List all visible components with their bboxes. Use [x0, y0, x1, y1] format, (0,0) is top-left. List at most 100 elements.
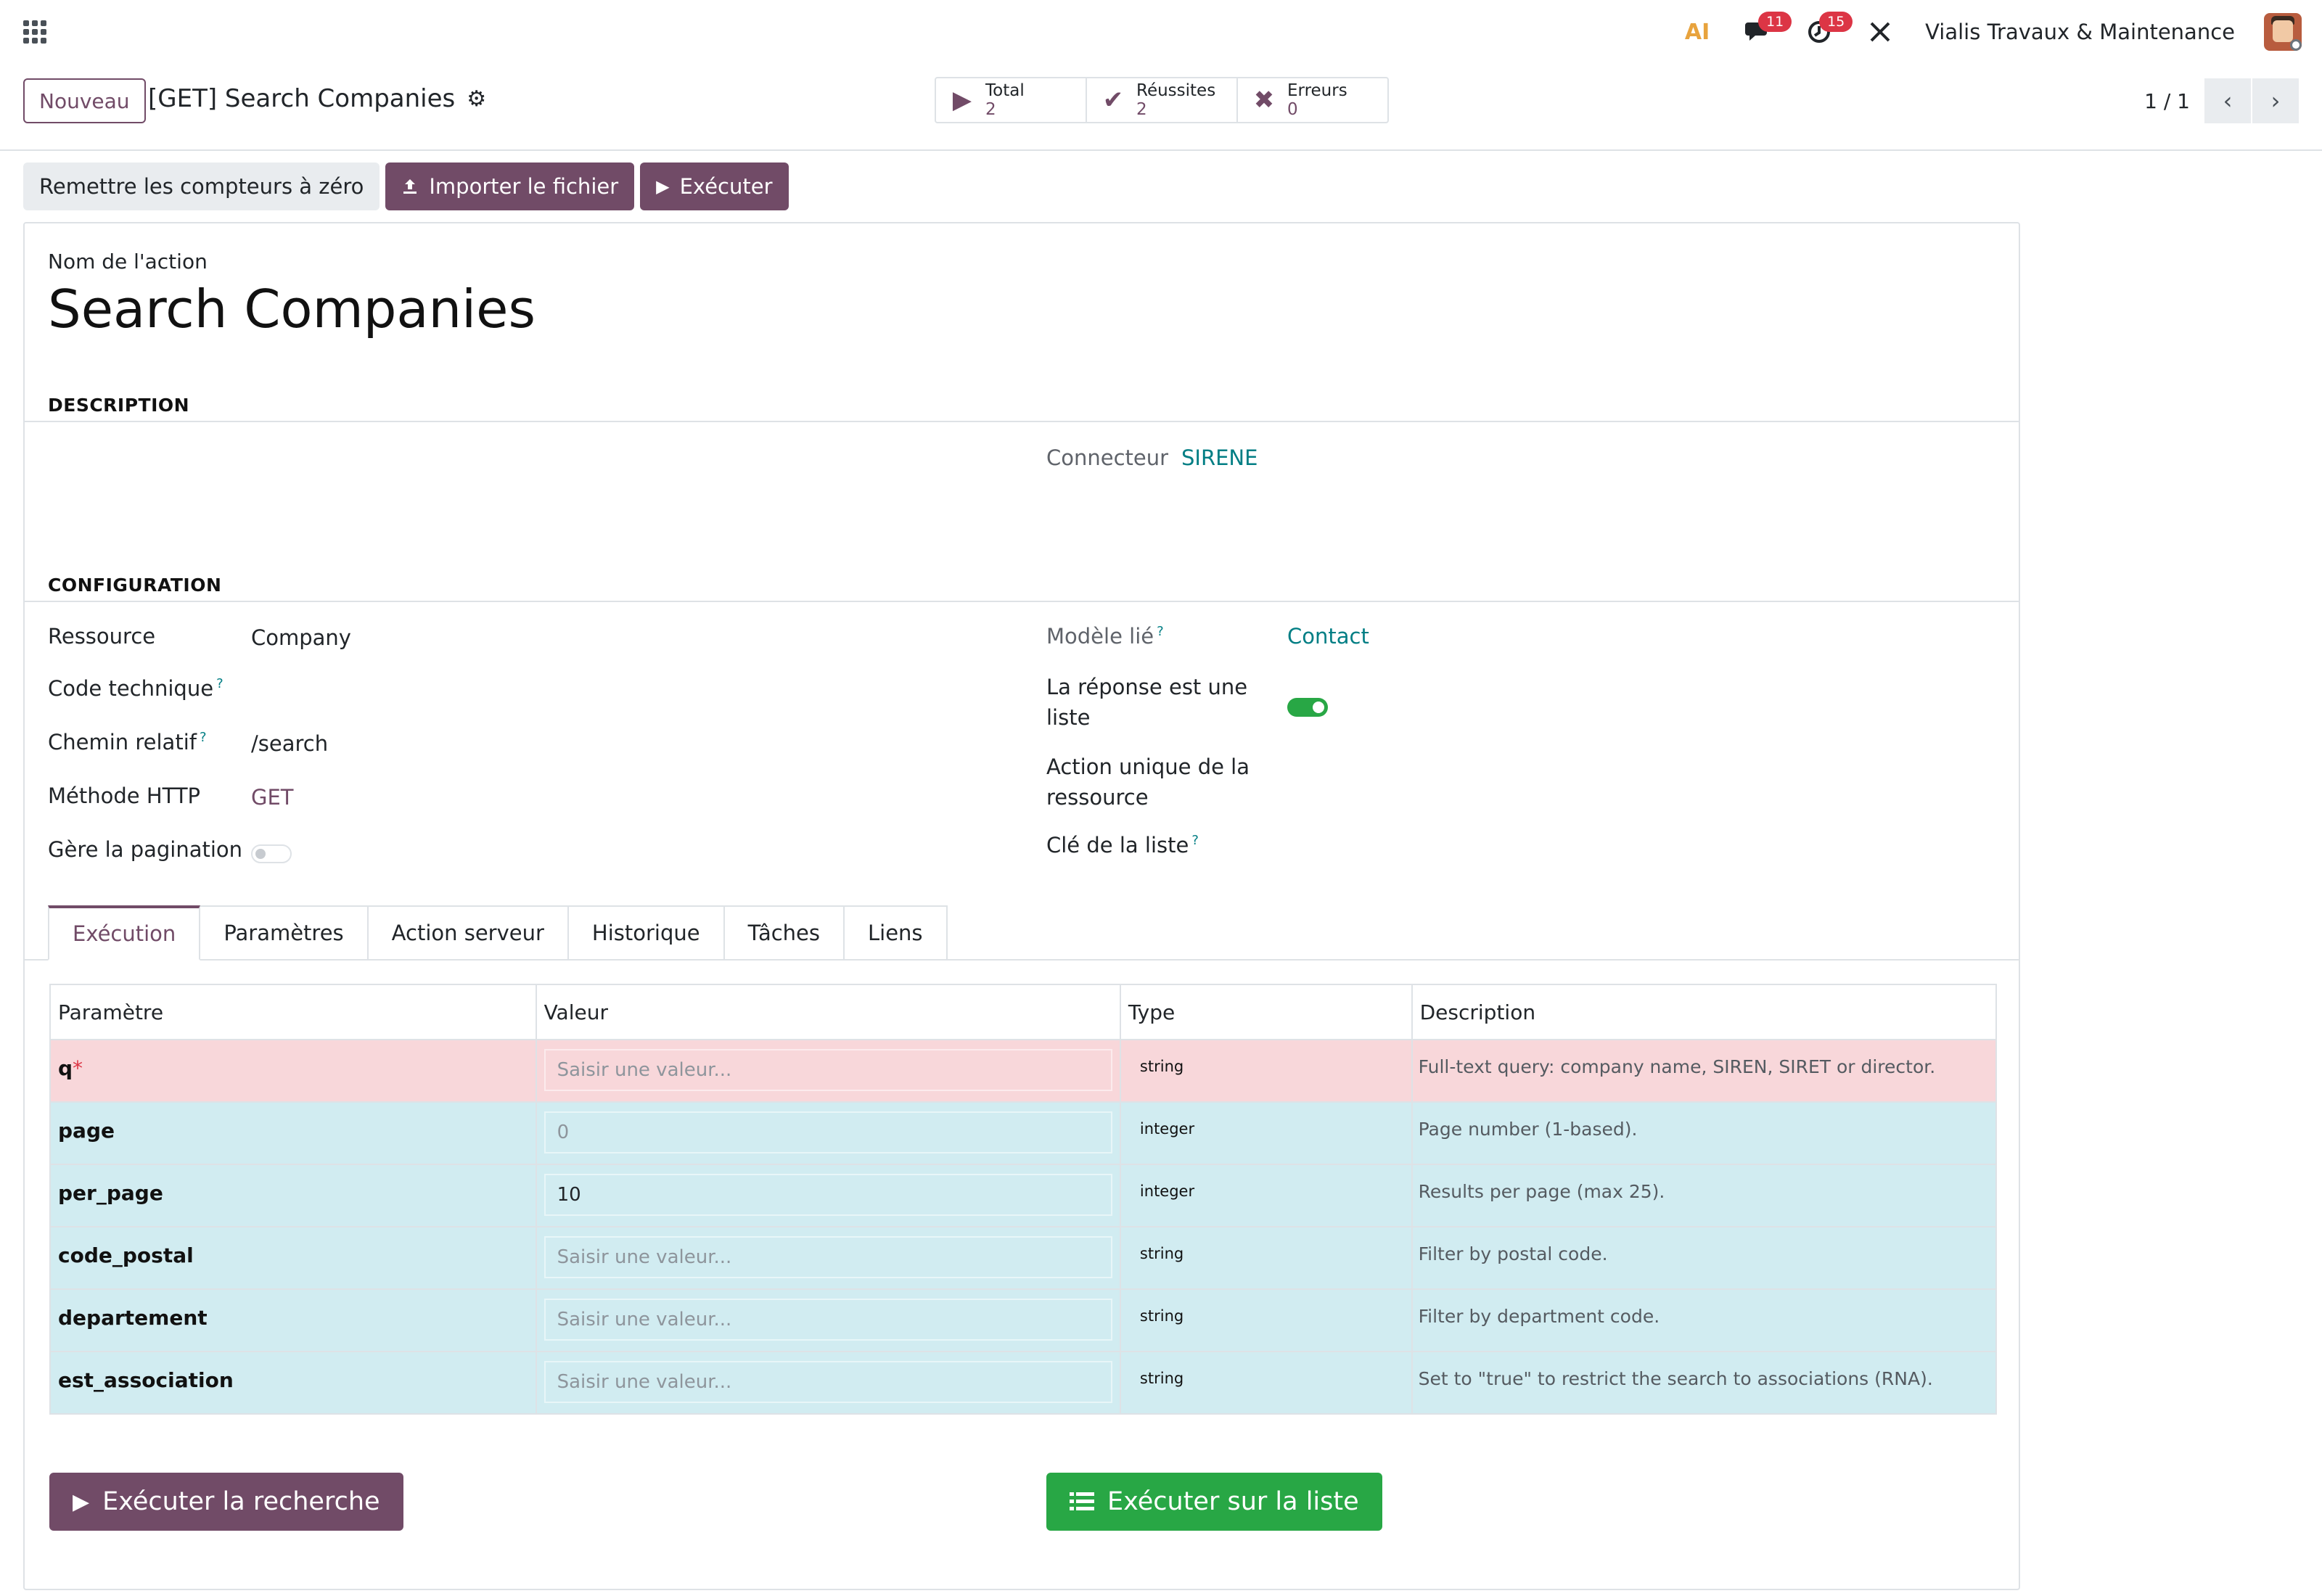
param-description: Full-text query: company name, SIREN, SI…	[1418, 1056, 1936, 1077]
play-icon: ▶	[656, 176, 670, 197]
section-divider	[25, 601, 2019, 602]
technical-code-label: Code technique?	[48, 676, 223, 701]
action-name-field[interactable]: Search Companies	[48, 279, 536, 340]
pager-next-button[interactable]: ›	[2252, 78, 2299, 123]
column-header-value: Valeur	[535, 984, 1121, 1040]
configuration-section-title: CONFIGURATION	[48, 575, 222, 596]
run-search-button[interactable]: ▶ Exécuter la recherche	[49, 1473, 403, 1531]
stat-errors-button[interactable]: ✖ Erreurs 0	[1238, 78, 1387, 122]
param-description: Page number (1-based).	[1418, 1119, 1638, 1140]
http-method-field[interactable]: GET	[251, 785, 294, 810]
activities-icon[interactable]: 15	[1803, 12, 1853, 48]
cross-icon: ✖	[1253, 86, 1275, 115]
user-avatar[interactable]	[2264, 13, 2302, 51]
linked-model-label: Modèle lié?	[1046, 624, 1164, 649]
tab-tasks[interactable]: Tâches	[724, 905, 845, 961]
gear-icon[interactable]: ⚙	[467, 86, 486, 112]
stat-label: Réussites	[1136, 81, 1216, 100]
param-value-input[interactable]: Saisir une valeur...	[543, 1236, 1112, 1278]
execute-label: Exécuter	[679, 174, 773, 199]
ai-icon[interactable]: AI	[1681, 16, 1713, 48]
stat-success-button[interactable]: ✔ Réussites 2	[1087, 78, 1238, 122]
param-name: est_association	[58, 1368, 234, 1392]
column-header-type: Type	[1119, 984, 1413, 1040]
is-list-toggle[interactable]	[1287, 698, 1328, 717]
param-name: q*	[58, 1056, 83, 1080]
linked-model-field[interactable]: Contact	[1287, 624, 1369, 649]
help-icon[interactable]: ?	[216, 676, 223, 691]
list-key-label: Clé de la liste?	[1046, 833, 1199, 857]
pager-previous-button[interactable]: ‹	[2204, 78, 2251, 123]
reset-counters-label: Remettre les compteurs à zéro	[39, 174, 364, 199]
stat-label: Erreurs	[1287, 81, 1347, 100]
param-description: Filter by postal code.	[1418, 1243, 1608, 1264]
run-on-list-button[interactable]: Exécuter sur la liste	[1046, 1473, 1382, 1531]
tab-execution[interactable]: Exécution	[48, 905, 201, 961]
tab-history[interactable]: Historique	[568, 905, 725, 961]
breadcrumb-current: [GET] Search Companies	[148, 84, 456, 113]
statusbar-buttons: Remettre les compteurs à zéro Importer l…	[23, 163, 789, 210]
param-value-input[interactable]: Saisir une valeur...	[543, 1049, 1112, 1091]
technical-code-field[interactable]	[251, 673, 904, 705]
table-row: departement Saisir une valeur... string …	[49, 1288, 1998, 1352]
messages-icon[interactable]: 11	[1742, 12, 1792, 48]
run-on-list-label: Exécuter sur la liste	[1107, 1487, 1359, 1516]
reset-counters-button[interactable]: Remettre les compteurs à zéro	[23, 163, 380, 210]
param-value-input[interactable]: Saisir une valeur...	[543, 1299, 1112, 1341]
new-button[interactable]: Nouveau	[23, 78, 146, 123]
pagination-toggle[interactable]	[251, 844, 292, 863]
ai-icon-label: AI	[1684, 19, 1710, 45]
http-method-label: Méthode HTTP	[48, 783, 201, 808]
table-header-row: Paramètre Valeur Type Description	[49, 984, 1998, 1040]
param-type: string	[1139, 1058, 1184, 1075]
table-row: code_postal Saisir une valeur... string …	[49, 1226, 1998, 1290]
param-name: departement	[58, 1306, 208, 1330]
help-icon[interactable]: ?	[200, 730, 207, 745]
tools-icon[interactable]	[1864, 16, 1896, 48]
import-file-button[interactable]: Importer le fichier	[385, 163, 635, 210]
execute-button[interactable]: ▶ Exécuter	[640, 163, 789, 210]
help-icon[interactable]: ?	[1191, 833, 1199, 848]
param-type: string	[1139, 1370, 1184, 1387]
check-icon: ✔	[1102, 86, 1124, 115]
run-search-label: Exécuter la recherche	[102, 1487, 380, 1516]
stat-value: 0	[1287, 100, 1298, 119]
param-name: page	[58, 1119, 115, 1143]
play-icon: ▶	[73, 1489, 90, 1515]
tab-server-action[interactable]: Action serveur	[368, 905, 569, 961]
notebook-tabs: Exécution Paramètres Action serveur Hist…	[48, 905, 948, 961]
stat-value: 2	[1136, 100, 1147, 119]
control-panel: Nouveau [GET] Search Companies ⚙ ▶ Total…	[0, 64, 2322, 151]
resource-field[interactable]: Company	[251, 625, 351, 650]
param-description: Results per page (max 25).	[1418, 1181, 1665, 1202]
unique-action-field[interactable]	[1287, 752, 1940, 783]
section-divider	[25, 421, 2019, 422]
apps-menu-icon[interactable]	[23, 20, 46, 44]
resource-label: Ressource	[48, 624, 156, 649]
stat-total-button[interactable]: ▶ Total 2	[936, 78, 1087, 122]
param-value-input[interactable]: 0	[543, 1111, 1112, 1153]
help-icon[interactable]: ?	[1157, 624, 1164, 639]
param-description: Filter by department code.	[1418, 1306, 1660, 1327]
form-sheet: Nom de l'action Search Companies DESCRIP…	[23, 222, 2020, 1590]
relative-path-field[interactable]: /search	[251, 731, 328, 756]
tab-links[interactable]: Liens	[845, 905, 948, 961]
required-icon: *	[73, 1056, 83, 1080]
company-switcher[interactable]: Vialis Travaux & Maintenance	[1925, 20, 2235, 44]
pager-value[interactable]: 1 / 1	[2144, 89, 2190, 113]
stat-value: 2	[985, 100, 996, 119]
tab-parameters[interactable]: Paramètres	[200, 905, 369, 961]
table-row: per_page 10 integer Results per page (ma…	[49, 1164, 1998, 1227]
column-header-description: Description	[1411, 984, 1998, 1040]
param-value-input[interactable]: Saisir une valeur...	[543, 1361, 1112, 1403]
messages-badge: 11	[1758, 12, 1792, 32]
connector-field[interactable]: SIRENE	[1181, 445, 1258, 470]
param-name: per_page	[58, 1181, 163, 1205]
chevron-left-icon: ‹	[2223, 87, 2233, 115]
pagination-label: Gère la pagination	[48, 837, 243, 862]
chevron-right-icon: ›	[2270, 87, 2281, 115]
list-key-field[interactable]	[1287, 830, 1940, 862]
breadcrumb: [GET] Search Companies ⚙	[148, 84, 486, 113]
parameters-table: Paramètre Valeur Type Description q* Sai…	[49, 984, 1998, 1415]
param-value-input[interactable]: 10	[543, 1174, 1112, 1216]
